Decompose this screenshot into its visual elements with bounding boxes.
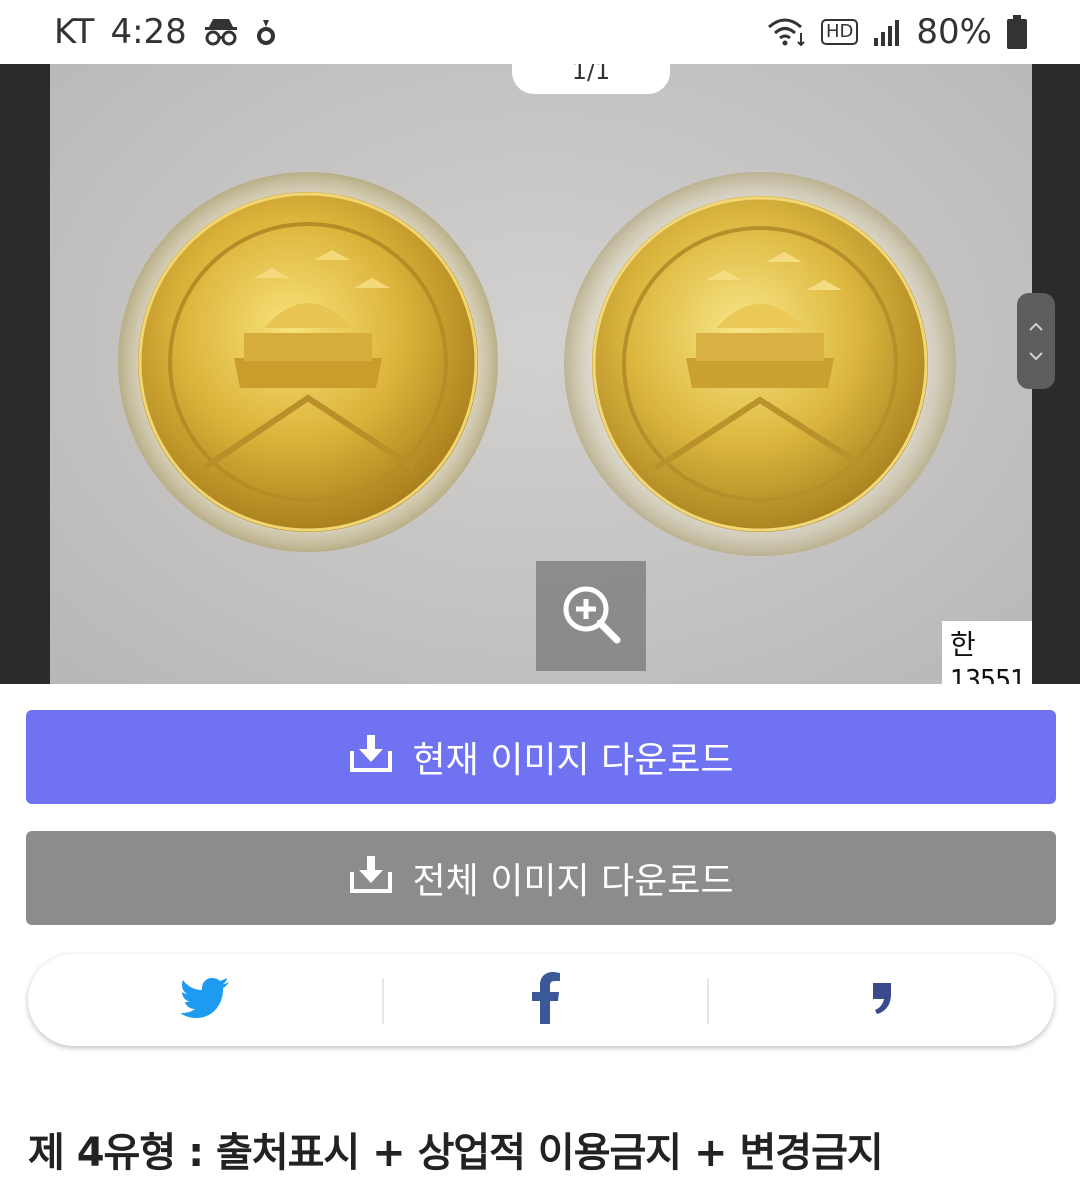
status-bar: KT 4:28 HD 80% xyxy=(0,0,1080,64)
signal-icon xyxy=(872,18,902,46)
artifact-photo[interactable]: 1/1 한13551. xyxy=(50,64,1032,684)
download-all-images-button[interactable]: 전체 이미지 다운로드 xyxy=(26,831,1056,925)
page-indicator-text: 1/1 xyxy=(571,64,611,85)
share-kakaostory-button[interactable] xyxy=(708,954,1054,1046)
twitter-icon xyxy=(180,977,231,1023)
chevron-down-icon xyxy=(1028,346,1044,365)
download-all-label: 전체 이미지 다운로드 xyxy=(412,861,734,902)
zoom-in-icon xyxy=(559,582,623,650)
incognito-icon xyxy=(203,17,239,47)
medal-image-left xyxy=(114,168,502,556)
download-current-label: 현재 이미지 다운로드 xyxy=(412,740,734,781)
image-viewer[interactable]: 1/1 한13551. xyxy=(0,64,1080,684)
zoom-button[interactable] xyxy=(536,561,646,671)
clock: 4:28 xyxy=(110,12,187,52)
download-icon xyxy=(349,733,393,782)
chevron-up-icon xyxy=(1028,317,1044,336)
battery-icon xyxy=(1006,15,1028,49)
download-icon xyxy=(349,854,393,903)
notification-icon xyxy=(255,18,277,46)
battery-percent: 80% xyxy=(916,12,992,52)
kakaostory-icon xyxy=(869,981,893,1019)
medal-image-right xyxy=(560,168,960,560)
share-facebook-button[interactable] xyxy=(384,954,708,1046)
carrier-label: KT xyxy=(54,12,95,52)
hd-badge: HD xyxy=(821,19,859,45)
share-bar xyxy=(28,954,1054,1046)
share-twitter-button[interactable] xyxy=(28,954,384,1046)
license-type-heading: 제 4유형 : 출처표시 + 상업적 이용금지 + 변경금지 xyxy=(28,1130,884,1176)
download-current-image-button[interactable]: 현재 이미지 다운로드 xyxy=(26,710,1056,804)
wifi-icon xyxy=(767,17,807,47)
scroll-handle[interactable] xyxy=(1017,293,1055,389)
page-indicator: 1/1 xyxy=(512,64,670,94)
facebook-icon xyxy=(531,972,561,1028)
catalog-number-label: 한13551. xyxy=(942,621,1032,684)
